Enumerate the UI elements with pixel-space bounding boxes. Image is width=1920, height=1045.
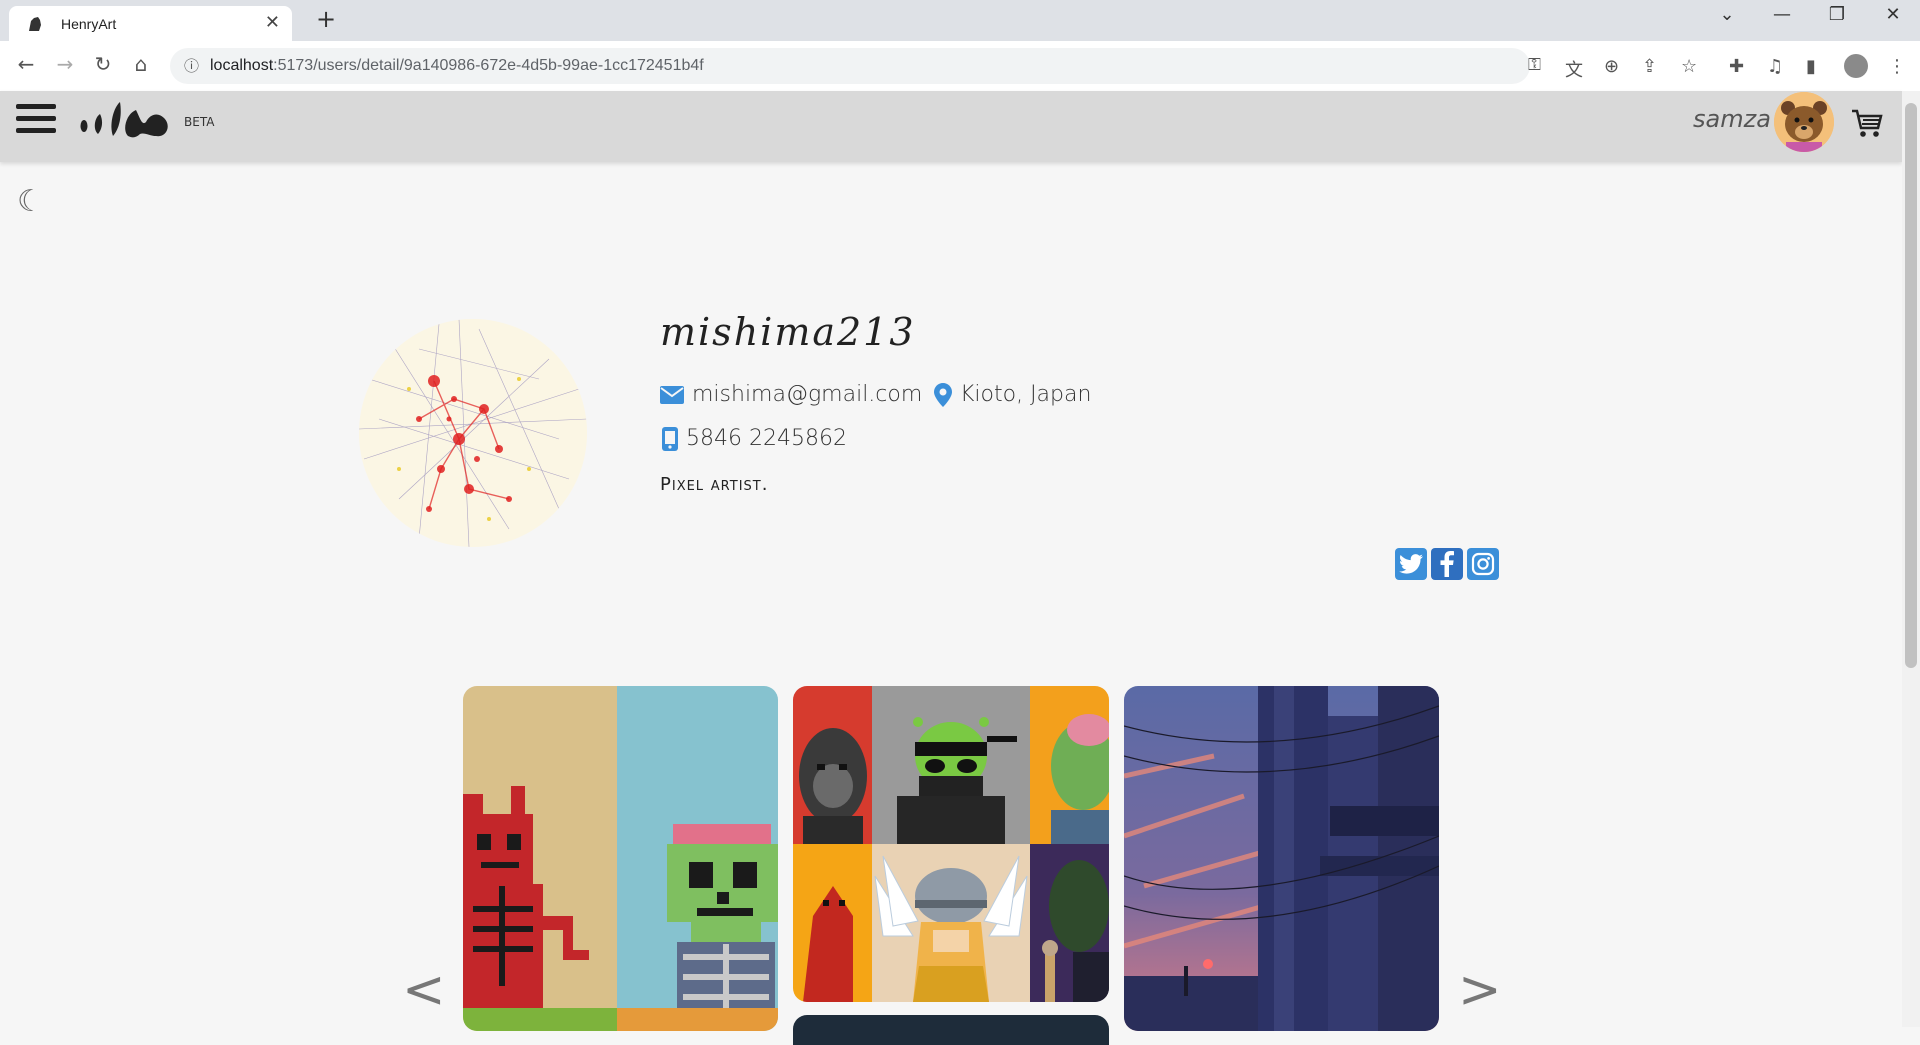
zoom-icon[interactable]: ⊕ [1604,56,1619,77]
profile-picture [359,319,587,547]
artwork-image [793,686,1109,1002]
media-control-icon[interactable]: ♫ [1767,56,1783,77]
side-panel-icon[interactable]: ▮ [1806,56,1816,77]
profile-location-row: Kioto, Japan [934,382,1091,407]
profile-phone-row: 5846 2245862 [662,426,847,451]
app-header: BETA samza [0,91,1902,162]
artwork-card[interactable] [793,1015,1109,1045]
extensions-icon[interactable]: ✚ [1729,56,1744,77]
restore-button[interactable]: ❐ [1817,4,1857,25]
browser-profile-avatar[interactable] [1844,54,1868,78]
address-bar[interactable]: ⓘ localhost:5173/users/detail/9a140986-6… [170,48,1541,84]
header-username[interactable]: samza [1693,105,1771,133]
dark-mode-toggle-icon[interactable]: ☾ [17,184,44,219]
profile-bio: Pixel artist. [660,474,769,495]
user-avatar[interactable] [1774,92,1834,152]
envelope-icon [660,385,684,404]
map-pin-icon [934,382,952,407]
profile-username: mishima213 [660,310,916,354]
scrollbar-thumb[interactable] [1905,103,1917,668]
password-key-icon[interactable]: ⚿ [1528,55,1541,75]
henryart-logo[interactable] [80,96,180,140]
cart-icon[interactable] [1850,106,1884,140]
carousel-prev-button[interactable]: < [402,960,446,1020]
url-path: :5173/users/detail/9a140986-672e-4d5b-99… [273,57,704,74]
new-tab-button[interactable]: + [312,5,340,33]
share-icon[interactable]: ⇪ [1642,56,1657,77]
site-info-icon[interactable]: ⓘ [184,55,199,76]
profile-location: Kioto, Japan [960,382,1092,407]
forward-icon[interactable]: → [51,52,79,76]
tab-search-icon[interactable]: ⌄ [1707,4,1747,25]
url-host: localhost [210,57,274,74]
artwork-card[interactable] [1124,686,1439,1031]
facebook-icon[interactable] [1431,548,1463,580]
browser-toolbar: ← → ↻ ⌂ ⓘ localhost:5173/users/detail/9a… [0,41,1920,92]
hamburger-menu-icon[interactable] [16,104,56,134]
home-icon[interactable]: ⌂ [127,52,155,76]
page-scrollbar[interactable] [1902,91,1920,1027]
profile-email-row: mishima@gmail.com [660,382,922,407]
close-tab-icon[interactable]: ✕ [265,12,280,33]
reload-icon[interactable]: ↻ [89,52,117,76]
browser-tabbar: HenryArt ✕ + ⌄ — ❐ ✕ [0,0,1920,41]
close-window-button[interactable]: ✕ [1873,4,1913,25]
profile-phone: 5846 2245862 [686,426,847,451]
artwork-image [463,686,778,1031]
beta-label: BETA [184,115,215,129]
social-links [1395,548,1499,580]
tab-title: HenryArt [61,16,117,32]
artwork-card[interactable] [463,686,778,1031]
minimize-button[interactable]: — [1762,4,1802,25]
profile-email[interactable]: mishima@gmail.com [692,382,922,407]
henryart-favicon-icon [29,17,41,31]
twitter-icon[interactable] [1395,548,1427,580]
bookmark-star-icon[interactable]: ☆ [1681,56,1697,77]
instagram-icon[interactable] [1467,548,1499,580]
phone-icon [662,426,678,451]
url-text[interactable]: localhost:5173/users/detail/9a140986-672… [210,57,704,75]
carousel-next-button[interactable]: > [1458,960,1502,1020]
artwork-card[interactable] [793,686,1109,1002]
browser-menu-icon[interactable]: ⋮ [1888,56,1906,77]
artwork-image [1124,686,1439,1031]
translate-icon[interactable]: 文 [1565,56,1583,82]
back-icon[interactable]: ← [12,52,40,76]
browser-tab[interactable]: HenryArt ✕ [9,6,292,41]
